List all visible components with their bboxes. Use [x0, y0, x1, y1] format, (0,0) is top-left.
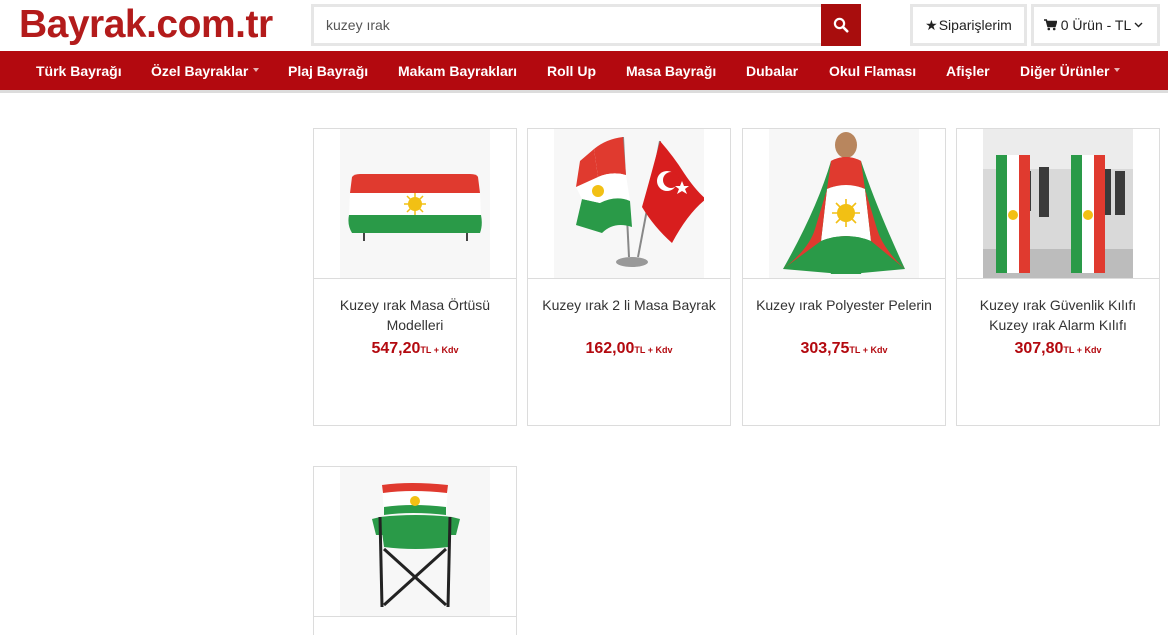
nav-item-label: Afişler — [946, 63, 990, 79]
cart-label: 0 Ürün - TL — [1060, 17, 1132, 33]
nav-item-ozel-bayraklar[interactable]: Özel Bayraklar — [151, 51, 260, 90]
orders-label: Siparişlerim — [938, 17, 1012, 33]
caret-down-icon — [253, 68, 260, 73]
nav-item-label: Makam Bayrakları — [398, 63, 518, 79]
nav-item-makam-bayraklari[interactable]: Makam Bayrakları — [398, 51, 517, 90]
product-image[interactable] — [957, 129, 1159, 279]
price-value: 162,00 — [585, 340, 635, 357]
price-tax-note: + Kdv — [431, 345, 459, 355]
star-icon: ★ — [925, 16, 938, 33]
chair-image — [340, 467, 490, 616]
price-unit: TL + Kdv — [420, 345, 458, 355]
product-card[interactable]: Kuzey ırak Güvenlik Kılıfı Kuzey ırak Al… — [956, 128, 1160, 426]
product-image[interactable] — [314, 467, 516, 617]
product-image[interactable] — [314, 129, 516, 279]
product-price: 162,00TL + Kdv — [528, 340, 730, 358]
site-logo[interactable]: Bayrak.com.tr — [19, 3, 273, 47]
price-currency: TL — [634, 345, 646, 355]
price-value: 303,75 — [800, 340, 850, 357]
product-title[interactable]: Kuzey ırak 2 li Masa Bayrak — [528, 295, 730, 315]
product-card[interactable] — [313, 466, 517, 635]
cart-icon — [1043, 19, 1057, 31]
nav-item-masa-bayragi[interactable]: Masa Bayrağı — [626, 51, 716, 90]
search-box — [311, 4, 823, 46]
price-currency: TL — [1063, 345, 1075, 355]
nav-item-plaj-bayragi[interactable]: Plaj Bayrağı — [288, 51, 368, 90]
nav-item-label: Roll Up — [547, 63, 596, 79]
price-value: 307,80 — [1014, 340, 1064, 357]
security-cover-image — [983, 129, 1133, 278]
caret-down-icon — [1114, 68, 1121, 73]
search-icon — [833, 17, 849, 33]
product-card[interactable]: Kuzey ırak Masa Örtüsü Modelleri 547,20T… — [313, 128, 517, 426]
price-unit: TL + Kdv — [849, 345, 887, 355]
product-price: 547,20TL + Kdv — [314, 340, 516, 358]
nav-item-roll-up[interactable]: Roll Up — [547, 51, 596, 90]
product-card[interactable]: Kuzey ırak Polyester Pelerin 303,75TL + … — [742, 128, 946, 426]
orders-button[interactable]: ★ Siparişlerim — [910, 4, 1027, 46]
nav-item-okul-flamasi[interactable]: Okul Flaması — [829, 51, 916, 90]
product-price: 303,75TL + Kdv — [743, 340, 945, 358]
nav-item-label: Dubalar — [746, 63, 799, 79]
price-unit: TL + Kdv — [1063, 345, 1101, 355]
cart-button[interactable]: 0 Ürün - TL — [1031, 4, 1160, 46]
product-title[interactable]: Kuzey ırak Polyester Pelerin — [743, 295, 945, 315]
product-price: 307,80TL + Kdv — [957, 340, 1159, 358]
price-unit: TL + Kdv — [634, 345, 672, 355]
main-nav: Türk Bayrağı Özel Bayraklar Plaj Bayrağı… — [0, 51, 1168, 93]
price-tax-note: + Kdv — [1074, 345, 1102, 355]
product-image[interactable] — [743, 129, 945, 279]
product-card[interactable]: Kuzey ırak 2 li Masa Bayrak 162,00TL + K… — [527, 128, 731, 426]
price-tax-note: + Kdv — [860, 345, 888, 355]
product-title[interactable]: Kuzey ırak Güvenlik Kılıfı Kuzey ırak Al… — [957, 295, 1159, 335]
desk-flags-image — [554, 129, 704, 278]
nav-item-dubalar[interactable]: Dubalar — [746, 51, 798, 90]
price-tax-note: + Kdv — [645, 345, 673, 355]
cape-image — [769, 129, 919, 278]
nav-item-label: Türk Bayrağı — [36, 63, 122, 79]
price-value: 547,20 — [371, 340, 421, 357]
table-cover-image — [340, 129, 490, 278]
nav-item-label: Okul Flaması — [829, 63, 917, 79]
nav-item-label: Plaj Bayrağı — [288, 63, 369, 79]
nav-item-afisler[interactable]: Afişler — [946, 51, 990, 90]
nav-item-label: Özel Bayraklar — [151, 63, 249, 79]
product-image[interactable] — [528, 129, 730, 279]
nav-item-diger-urunler[interactable]: Diğer Ürünler — [1020, 51, 1121, 90]
search-input[interactable] — [314, 7, 823, 43]
price-currency: TL — [849, 345, 861, 355]
chevron-down-icon — [1134, 22, 1143, 28]
nav-item-turk-bayragi[interactable]: Türk Bayrağı — [36, 51, 122, 90]
product-title[interactable]: Kuzey ırak Masa Örtüsü Modelleri — [314, 295, 516, 335]
site-header: Bayrak.com.tr ★ Siparişlerim 0 Ürün - TL — [0, 0, 1168, 51]
nav-item-label: Diğer Ürünler — [1020, 63, 1110, 79]
search-button[interactable] — [821, 4, 861, 46]
nav-item-label: Masa Bayrağı — [626, 63, 717, 79]
price-currency: TL — [420, 345, 432, 355]
